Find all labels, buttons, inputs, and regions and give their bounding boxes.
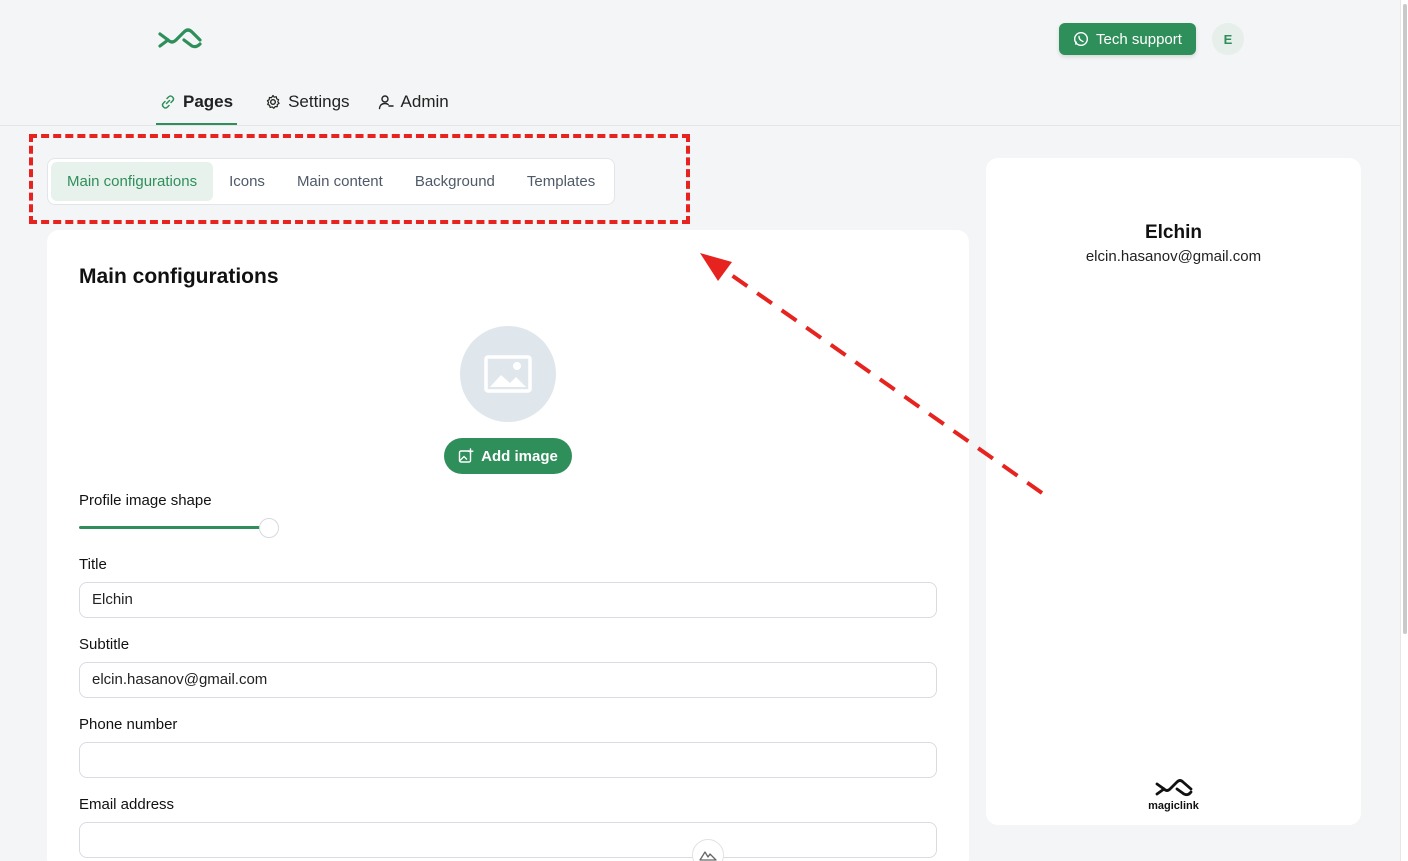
title-label: Title xyxy=(79,556,107,573)
add-image-button[interactable]: Add image xyxy=(444,438,572,474)
nav-item-settings[interactable]: Settings xyxy=(261,80,353,124)
tech-support-button[interactable]: Tech support xyxy=(1059,23,1196,55)
image-icon xyxy=(484,355,532,393)
avatar[interactable]: E xyxy=(1212,23,1244,55)
tech-support-label: Tech support xyxy=(1096,30,1182,48)
mountain-icon xyxy=(699,851,717,861)
nav-item-pages[interactable]: Pages xyxy=(156,80,238,125)
add-image-icon xyxy=(458,448,474,463)
gear-icon xyxy=(266,94,280,109)
subtitle-field[interactable]: elcin.hasanov@gmail.com xyxy=(79,662,937,698)
nav-item-label: Settings xyxy=(288,92,350,111)
add-image-label: Add image xyxy=(481,447,558,465)
nav-item-admin[interactable]: Admin xyxy=(374,80,453,124)
profile-shape-slider-handle[interactable] xyxy=(259,518,279,538)
subtitle-label: Subtitle xyxy=(79,636,130,653)
profile-shape-label: Profile image shape xyxy=(79,492,212,509)
main-nav: Pages Settings Admin xyxy=(156,80,473,126)
nav-item-label: Pages xyxy=(183,91,234,111)
nav-item-label: Admin xyxy=(400,92,449,111)
profile-image-placeholder[interactable] xyxy=(460,326,556,422)
user-icon xyxy=(378,95,394,110)
preview-brand-text: magiclink xyxy=(1148,800,1199,812)
page-scrollbar[interactable] xyxy=(1400,0,1408,861)
page-title: Main configurations xyxy=(79,265,279,288)
pointer-arrow-icon xyxy=(700,253,1044,495)
email-label: Email address xyxy=(79,796,175,813)
magiclink-logo-icon xyxy=(1155,779,1193,797)
magiclink-logo-icon[interactable] xyxy=(158,26,202,52)
title-field[interactable]: Elchin xyxy=(79,582,937,618)
highlight-box xyxy=(29,134,690,224)
phone-label: Phone number xyxy=(79,716,178,733)
whatsapp-icon xyxy=(1074,31,1089,47)
email-field[interactable] xyxy=(79,822,937,858)
scrollbar-thumb[interactable] xyxy=(1403,4,1407,634)
profile-shape-slider-track[interactable] xyxy=(79,526,269,529)
phone-field[interactable] xyxy=(79,742,937,778)
top-header: Tech support E Pages Settings Admin xyxy=(0,0,1408,126)
link-icon xyxy=(161,94,175,109)
